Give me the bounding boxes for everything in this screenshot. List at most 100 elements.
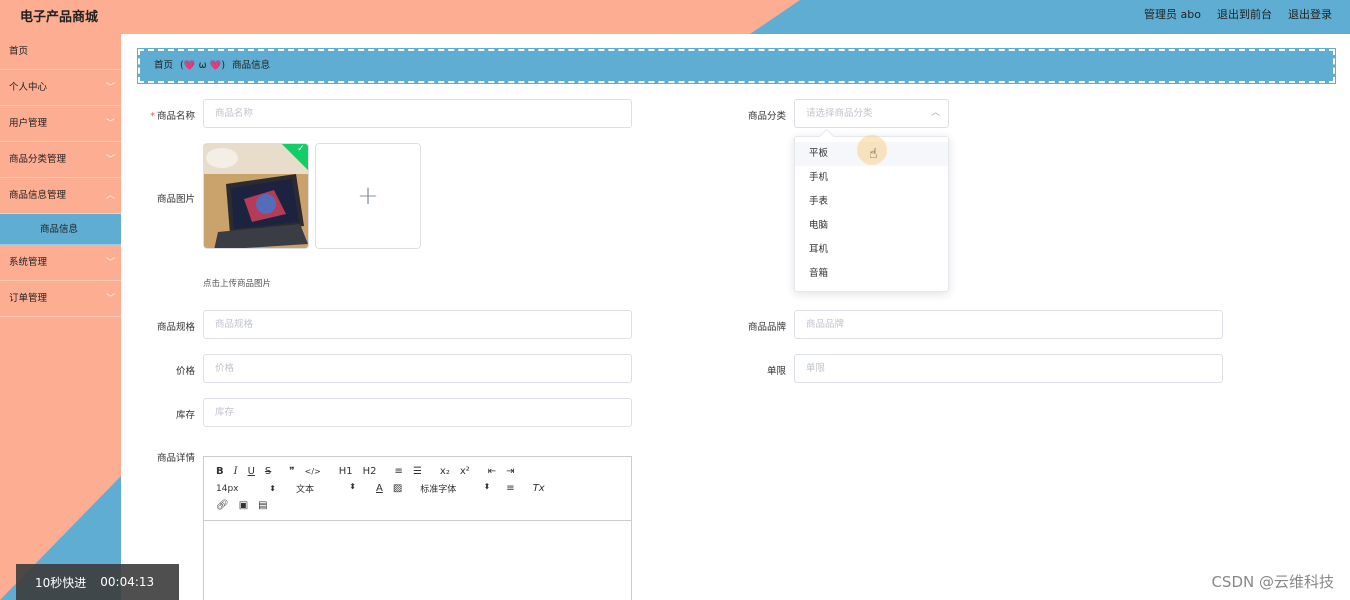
breadcrumb: 首页 (💗 ω 💗) 商品信息 [137,48,1336,84]
detail-label: 商品详情 [156,453,195,464]
sidebar-item-home[interactable]: 首页 [0,34,121,70]
sidebar-item-users[interactable]: 用户管理 ﹀ [0,106,121,142]
category-select[interactable]: 请选择商品分类 ︿ [794,99,949,128]
logout-link[interactable]: 退出登录 [1288,6,1332,22]
superscript-button[interactable]: x² [460,466,470,477]
uploaded-image-thumbnail[interactable]: ✓ [203,143,309,249]
spec-label: 商品规格 [156,322,195,333]
fast-forward-button[interactable]: 10秒快进 [35,574,86,591]
sidebar-item-label: 系统管理 [9,257,48,268]
ordered-list-button[interactable]: ≡ [395,466,403,477]
editor-content-area[interactable] [204,521,631,600]
brand-label: 商品品牌 [747,322,786,333]
admin-label: 管理员 abo [1144,8,1201,21]
category-option[interactable]: 手机 [795,166,948,190]
background-color-icon[interactable]: ▨ [393,483,402,494]
font-color-button[interactable]: A [376,483,383,494]
category-placeholder: 请选择商品分类 [806,108,873,119]
video-time: 00:04:13 [100,575,155,589]
sidebar-item-product-manage[interactable]: 商品信息管理 ︿ [0,178,121,214]
chevron-down-icon: ﹀ [105,155,115,165]
header-peach-shape [0,0,800,34]
italic-button[interactable]: I [234,466,238,477]
strike-button[interactable]: S [265,466,271,477]
sidebar-item-category[interactable]: 商品分类管理 ﹀ [0,142,121,178]
hand-cursor-icon: ☝ [869,146,878,162]
breadcrumb-separator: (💗 ω 💗) [180,60,226,71]
spec-input[interactable]: 商品规格 [203,310,632,339]
price-label: 价格 [175,366,195,377]
sidebar-item-label: 首页 [9,46,29,57]
stock-label: 库存 [175,410,195,421]
heading1-button[interactable]: H1 [339,466,353,477]
heading2-button[interactable]: H2 [363,466,377,477]
name-input[interactable]: 商品名称 [203,99,632,128]
sidebar-item-label: 商品分类管理 [9,154,67,165]
bullet-list-button[interactable]: ☰ [413,466,422,477]
breadcrumb-current: 商品信息 [232,60,271,71]
clear-format-button[interactable]: Tx [533,483,545,494]
rich-text-editor: B I U S ❞ </> H1 H2 ≡ ☰ x₂ x² ⇤ ⇥ 14px 文… [203,456,632,600]
category-option[interactable]: 手表 [795,190,948,214]
outdent-button[interactable]: ⇤ [488,466,496,477]
app-title: 电子产品商城 [20,10,99,25]
editor-toolbar-row-1: B I U S ❞ </> H1 H2 ≡ ☰ x₂ x² ⇤ ⇥ [216,463,631,480]
chevron-down-icon: ﹀ [105,294,115,304]
check-icon: ✓ [297,143,305,154]
quote-button[interactable]: ❞ [289,466,294,477]
sidebar-item-orders[interactable]: 订单管理 ﹀ [0,281,121,317]
category-option[interactable]: 电脑 [795,214,948,238]
upload-tip: 点击上传商品图片 [203,279,272,289]
sidebar-item-label: 商品信息管理 [9,190,67,201]
align-button[interactable]: ≡ [506,483,514,494]
breadcrumb-home[interactable]: 首页 [154,60,173,71]
watermark: CSDN @云维科技 [1211,573,1334,591]
underline-button[interactable]: U [248,466,255,477]
font-family-select[interactable]: 标准字体 [420,482,492,495]
category-option[interactable]: 耳机 [795,238,948,262]
sidebar-item-label: 订单管理 [9,293,48,304]
sidebar-item-personal[interactable]: 个人中心 ﹀ [0,70,121,106]
upload-add-button[interactable]: + [315,143,421,249]
indent-button[interactable]: ⇥ [506,466,514,477]
price-input[interactable]: 价格 [203,354,632,383]
header-actions: 管理员 abo 退出到前台 退出登录 [1144,6,1332,22]
tablet-photo [204,144,308,248]
top-header: 电子产品商城 管理员 abo 退出到前台 退出登录 [0,0,1350,34]
name-label: * 商品名称 [125,108,195,122]
font-size-select[interactable]: 14px [216,484,278,494]
image-label: 商品图片 [156,194,195,205]
main-content: 首页 (💗 ω 💗) 商品信息 * 商品名称 商品名称 商品分类 请选择商品分类 … [121,34,1350,600]
brand-input[interactable]: 商品品牌 [794,310,1223,339]
editor-toolbar-row-3: 🔗︎ ▣ ▤ [216,497,631,514]
sidebar-item-label: 用户管理 [9,118,48,129]
name-label-text: 商品名称 [156,111,195,122]
sidebar-item-product-info[interactable]: 商品信息 [0,214,121,245]
editor-toolbar-row-2: 14px 文本 A ▨ 标准字体 ≡ Tx [216,480,631,497]
chevron-down-icon: ﹀ [105,83,115,93]
subscript-button[interactable]: x₂ [440,466,450,477]
editor-toolbar: B I U S ❞ </> H1 H2 ≡ ☰ x₂ x² ⇤ ⇥ 14px 文… [204,457,631,521]
sidebar-item-label: 个人中心 [9,82,48,93]
limit-input[interactable]: 单限 [794,354,1223,383]
link-icon[interactable]: 🔗︎ [216,500,229,511]
bold-button[interactable]: B [216,466,224,477]
video-icon[interactable]: ▤ [258,500,267,511]
sidebar: 首页 个人中心 ﹀ 用户管理 ﹀ 商品分类管理 ﹀ 商品信息管理 ︿ 商品信息 系统管理… [0,34,121,600]
video-overlay: 10秒快进 00:04:13 [16,564,179,600]
front-link[interactable]: 退出到前台 [1217,6,1272,22]
chevron-down-icon: ﹀ [105,258,115,268]
category-option[interactable]: 音箱 [795,262,948,286]
chevron-up-icon: ︿ [105,191,115,201]
required-mark: * [150,111,155,122]
sidebar-item-label: 商品信息 [40,224,79,235]
chevron-up-icon: ︿ [930,108,940,118]
code-button[interactable]: </> [305,467,321,476]
text-type-select[interactable]: 文本 [296,482,358,495]
limit-label: 单限 [766,366,786,377]
stock-input[interactable]: 库存 [203,398,632,427]
sidebar-item-system[interactable]: 系统管理 ﹀ [0,245,121,281]
image-icon[interactable]: ▣ [239,500,248,511]
category-label: 商品分类 [747,111,786,122]
chevron-down-icon: ﹀ [105,119,115,129]
